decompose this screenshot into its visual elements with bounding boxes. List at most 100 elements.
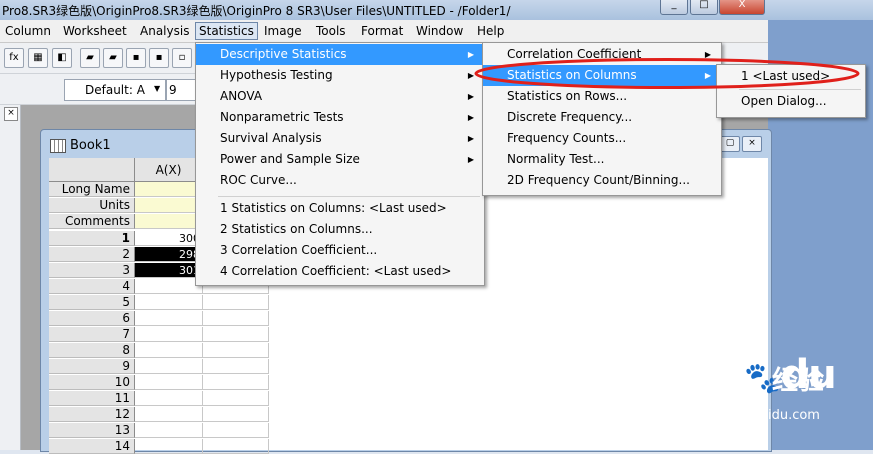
row-header[interactable]: 3 (49, 263, 135, 278)
menu-image[interactable]: Image (261, 23, 305, 39)
cell-a-long-name[interactable] (135, 182, 203, 197)
import-icon[interactable]: ▫ (172, 48, 192, 68)
menu-item-descriptive-statistics[interactable]: Descriptive Statistics ▶ (196, 44, 482, 65)
open-template-icon[interactable]: ▰ (103, 48, 123, 68)
cell-a-units[interactable] (135, 198, 203, 213)
column-header-a[interactable]: A(X) (135, 158, 203, 182)
row-header[interactable]: 2 (49, 247, 135, 262)
menu-item-recent-3[interactable]: 3 Correlation Coefficient... (196, 240, 482, 261)
menu-item-label: Power and Sample Size (220, 152, 360, 166)
menu-tools[interactable]: Tools (313, 23, 349, 39)
book-restore-button[interactable]: ▢ (720, 136, 740, 152)
menu-item-power-sample-size[interactable]: Power and Sample Size ▶ (196, 149, 482, 170)
font-name-select[interactable]: Default: A (64, 79, 166, 101)
table-cell[interactable] (135, 439, 203, 454)
table-cell[interactable]: 301 (135, 263, 203, 278)
table-cell[interactable] (203, 295, 269, 310)
row-header[interactable]: 11 (49, 391, 135, 406)
menu-item-hypothesis-testing[interactable]: Hypothesis Testing ▶ (196, 65, 482, 86)
menu-item-frequency-counts[interactable]: Frequency Counts... (483, 128, 719, 149)
table-cell[interactable] (203, 327, 269, 342)
row-header[interactable]: 6 (49, 311, 135, 326)
menu-item-anova[interactable]: ANOVA ▶ (196, 86, 482, 107)
table-cell[interactable] (135, 391, 203, 406)
table-cell[interactable] (203, 391, 269, 406)
new-layout-icon[interactable]: ◧ (52, 48, 72, 68)
row-header[interactable]: 5 (49, 295, 135, 310)
close-button[interactable]: X (719, 0, 765, 15)
table-cell[interactable] (135, 311, 203, 326)
table-cell[interactable]: 298 (135, 247, 203, 262)
title-bar: Pro8.SR3绿色版\OriginPro8.SR3绿色版\OriginPro … (0, 0, 873, 21)
table-cell[interactable] (135, 295, 203, 310)
watermark-product: 经验 (772, 366, 825, 396)
menu-window[interactable]: Window (413, 23, 466, 39)
menu-item-label: Descriptive Statistics (220, 47, 347, 61)
table-cell[interactable] (135, 327, 203, 342)
table-cell[interactable] (203, 439, 269, 454)
menu-item-2d-frequency-count[interactable]: 2D Frequency Count/Binning... (483, 170, 719, 191)
grid-corner[interactable] (49, 158, 135, 182)
submenu-arrow-icon: ▶ (467, 155, 474, 164)
menu-item-survival-analysis[interactable]: Survival Analysis ▶ (196, 128, 482, 149)
book-close-button[interactable]: × (742, 136, 762, 152)
row-header-long-name[interactable]: Long Name (49, 182, 135, 197)
menu-item-nonparametric-tests[interactable]: Nonparametric Tests ▶ (196, 107, 482, 128)
table-cell[interactable] (203, 407, 269, 422)
table-cell[interactable] (135, 343, 203, 358)
table-cell[interactable] (135, 423, 203, 438)
menu-item-recent-1[interactable]: 1 Statistics on Columns: <Last used> (196, 198, 482, 219)
table-cell[interactable] (203, 343, 269, 358)
menu-item-open-dialog[interactable]: Open Dialog... (717, 91, 863, 112)
menu-item-label: Nonparametric Tests (220, 110, 344, 124)
table-cell[interactable] (135, 279, 203, 294)
menu-column[interactable]: Column (2, 23, 54, 39)
row-header[interactable]: 4 (49, 279, 135, 294)
chevron-down-icon[interactable]: ▼ (154, 84, 160, 93)
save-template-icon[interactable]: ▪ (149, 48, 169, 68)
row-header[interactable]: 12 (49, 407, 135, 422)
save-icon[interactable]: ▪ (126, 48, 146, 68)
menu-item-normality-test[interactable]: Normality Test... (483, 149, 719, 170)
table-cell[interactable] (203, 311, 269, 326)
watermark-brand-part1: Bai (676, 352, 745, 398)
table-cell[interactable] (135, 359, 203, 374)
annotation-ellipse (474, 58, 860, 89)
table-cell[interactable] (203, 359, 269, 374)
table-cell[interactable]: 300 (135, 231, 203, 246)
row-header[interactable]: 7 (49, 327, 135, 342)
table-cell[interactable] (135, 375, 203, 390)
cell-a-comments[interactable] (135, 214, 203, 229)
menu-bar: Column Worksheet Analysis Statistics Ima… (0, 20, 768, 43)
menu-statistics[interactable]: Statistics (195, 22, 258, 40)
new-matrix-icon[interactable]: ▦ (28, 48, 48, 68)
menu-help[interactable]: Help (474, 23, 507, 39)
row-header-units[interactable]: Units (49, 198, 135, 213)
menu-item-roc-curve[interactable]: ROC Curve... (196, 170, 482, 191)
table-cell[interactable] (203, 423, 269, 438)
row-header[interactable]: 13 (49, 423, 135, 438)
close-icon[interactable]: × (4, 107, 18, 121)
watermark-url: jingyan.baidu.com (700, 408, 820, 423)
minimize-button[interactable]: _ (660, 0, 688, 15)
maximize-button[interactable]: □ (690, 0, 718, 15)
row-header[interactable]: 8 (49, 343, 135, 358)
table-cell[interactable] (135, 407, 203, 422)
menu-item-recent-4[interactable]: 4 Correlation Coefficient: <Last used> (196, 261, 482, 282)
row-header[interactable]: 14 (49, 439, 135, 454)
row-header[interactable]: 10 (49, 375, 135, 390)
new-function-icon[interactable]: fx (4, 48, 24, 68)
table-cell[interactable] (203, 375, 269, 390)
menu-worksheet[interactable]: Worksheet (60, 23, 130, 39)
menu-item-discrete-frequency[interactable]: Discrete Frequency... (483, 107, 719, 128)
row-header[interactable]: 1 (49, 231, 135, 246)
menu-separator (218, 196, 480, 197)
menu-analysis[interactable]: Analysis (137, 23, 192, 39)
menu-format[interactable]: Format (358, 23, 406, 39)
menu-item-recent-2[interactable]: 2 Statistics on Columns... (196, 219, 482, 240)
open-folder-icon[interactable]: ▰ (80, 48, 100, 68)
row-header[interactable]: 9 (49, 359, 135, 374)
submenu-arrow-icon: ▶ (467, 134, 474, 143)
row-header-comments[interactable]: Comments (49, 214, 135, 229)
menu-item-label: ANOVA (220, 89, 263, 103)
